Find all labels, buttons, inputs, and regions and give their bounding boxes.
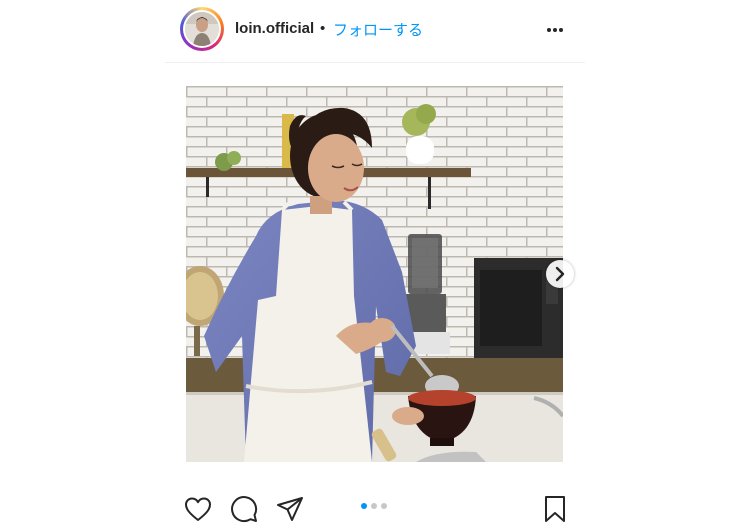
bookmark-icon[interactable] xyxy=(540,494,570,524)
paper-plane-icon[interactable] xyxy=(275,494,305,524)
username-link[interactable]: loin.official xyxy=(235,20,314,37)
chevron-right-icon xyxy=(555,266,565,282)
carousel-dot-2 xyxy=(371,503,377,509)
more-horizontal-icon[interactable] xyxy=(543,18,567,42)
instagram-post: loin.official • フォローする xyxy=(0,0,750,530)
carousel-dot-3 xyxy=(381,503,387,509)
follow-button[interactable]: フォローする xyxy=(333,19,423,40)
post-photo[interactable] xyxy=(186,86,563,462)
carousel-next-button[interactable] xyxy=(546,260,574,288)
comment-icon[interactable] xyxy=(229,494,259,524)
avatar-image xyxy=(185,12,219,46)
avatar[interactable] xyxy=(180,7,224,51)
carousel-indicator xyxy=(361,503,387,511)
post-header: loin.official • フォローする xyxy=(165,0,585,63)
kitchen-photo xyxy=(186,86,563,462)
action-bar xyxy=(165,486,585,530)
separator-dot: • xyxy=(320,20,326,37)
carousel-dot-1 xyxy=(361,503,367,509)
heart-icon[interactable] xyxy=(183,494,213,524)
